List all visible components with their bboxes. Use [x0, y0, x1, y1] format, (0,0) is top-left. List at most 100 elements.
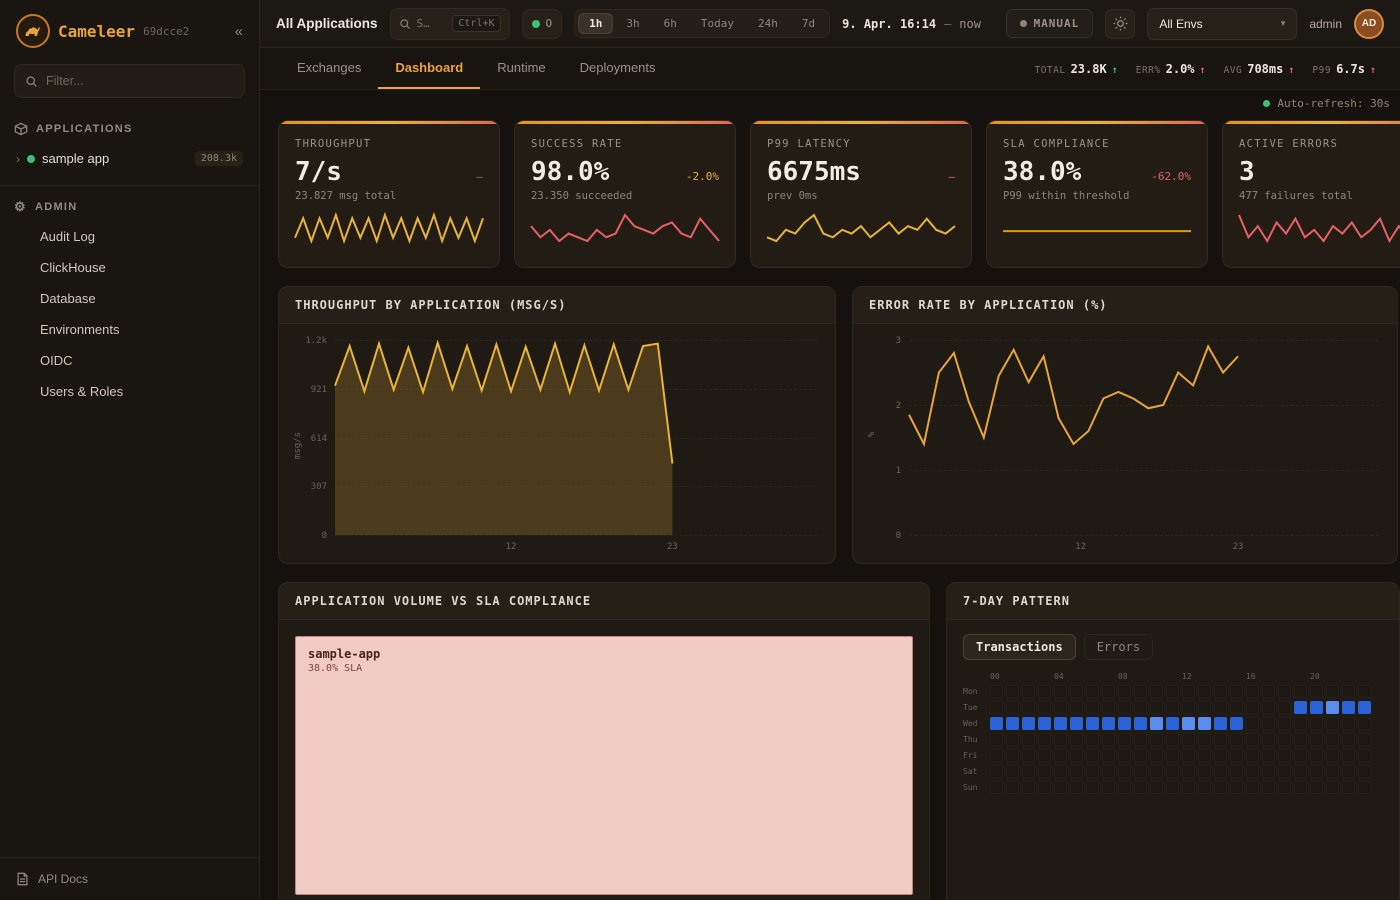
heatmap-cell: [1022, 717, 1035, 730]
sidebar-item-sample-app[interactable]: › sample app 208.3k: [8, 144, 251, 173]
heatmap-cell: [1230, 749, 1243, 762]
filter-placeholder: Filter...: [46, 74, 84, 88]
heatmap-cell: [1150, 765, 1163, 778]
chevron-right-icon[interactable]: ›: [16, 152, 20, 166]
heatmap-cell: [1294, 749, 1307, 762]
seven-day-heatmap: 000408121620MonTueWedThuFriSatSun: [963, 672, 1383, 797]
heatmap-cell: [1182, 749, 1195, 762]
heatmap-cell: [1070, 685, 1083, 698]
kpi-value: 38.0%: [1003, 157, 1081, 187]
heatmap-cell: [1198, 685, 1211, 698]
sidebar-item-oidc[interactable]: OIDC: [0, 345, 259, 376]
tab-exchanges[interactable]: Exchanges: [280, 48, 378, 89]
heatmap-cell: [1166, 717, 1179, 730]
range-end-now[interactable]: now: [959, 17, 981, 31]
heatmap-cell: [1358, 765, 1371, 778]
time-range-7d[interactable]: 7d: [791, 13, 826, 34]
time-range-1h[interactable]: 1h: [578, 13, 613, 34]
heatmap-cell: [1038, 733, 1051, 746]
heatmap-cell: [1310, 733, 1323, 746]
time-range-6h[interactable]: 6h: [653, 13, 688, 34]
arrow-up-icon: ↑: [1200, 65, 1206, 76]
heatmap-cell: [1166, 701, 1179, 714]
heatmap-cell: [1246, 717, 1259, 730]
sidebar-collapse-button[interactable]: «: [235, 23, 243, 40]
heatmap-cell: [1070, 717, 1083, 730]
avatar[interactable]: AD: [1354, 9, 1384, 39]
env-select-value: All Envs: [1159, 17, 1202, 31]
kpi-card-active-errors: ACTIVE ERRORS 3– 477 failures total: [1222, 120, 1400, 268]
sidebar-item-environments[interactable]: Environments: [0, 314, 259, 345]
heatmap-cell: [1326, 749, 1339, 762]
heatmap-cell: [1086, 717, 1099, 730]
connection-status-pill[interactable]: O: [522, 9, 563, 39]
heatmap-cell: [1230, 765, 1243, 778]
heatmap-cell: [1342, 765, 1355, 778]
heatmap-cell: [1102, 781, 1115, 794]
kpi-title: ACTIVE ERRORS: [1239, 138, 1400, 150]
heatmap-cell: [1294, 765, 1307, 778]
heatmap-cell: [1246, 781, 1259, 794]
heatmap-cell: [1086, 701, 1099, 714]
app-root: Cameleer 69dcce2 « Filter... APPLICATION…: [0, 0, 1400, 900]
arrow-up-icon: ↑: [1370, 65, 1376, 76]
panel-title: APPLICATION VOLUME VS SLA COMPLIANCE: [279, 583, 929, 620]
heatmap-cell: [1358, 733, 1371, 746]
time-range-today[interactable]: Today: [690, 13, 745, 34]
sidebar-item-database[interactable]: Database: [0, 283, 259, 314]
heatmap-cell: [1134, 781, 1147, 794]
refresh-dot-icon: [1263, 100, 1270, 107]
heatmap-cell: [1038, 749, 1051, 762]
theme-toggle-button[interactable]: [1105, 9, 1135, 39]
heatmap-cell: [1262, 733, 1275, 746]
sidebar-item-users-roles[interactable]: Users & Roles: [0, 376, 259, 407]
heatmap-cell: [1118, 733, 1131, 746]
sidebar-filter-input[interactable]: Filter...: [14, 64, 245, 98]
app-version: 69dcce2: [143, 25, 189, 38]
heatmap-cell: [1038, 717, 1051, 730]
heatmap-cell: [1006, 733, 1019, 746]
treemap-node-label: sample-app: [308, 647, 900, 661]
tab-runtime[interactable]: Runtime: [480, 48, 562, 89]
kpi-title: THROUGHPUT: [295, 138, 483, 150]
manual-dot-icon: [1020, 20, 1027, 27]
heatmap-cell: [1230, 733, 1243, 746]
tab-errors[interactable]: Errors: [1084, 634, 1153, 660]
treemap-node-sample-app[interactable]: sample-app 38.0% SLA: [295, 636, 913, 895]
heatmap-cell: [1278, 765, 1291, 778]
treemap-node-sla: 38.0% SLA: [308, 663, 900, 674]
sidebar-item-clickhouse[interactable]: ClickHouse: [0, 252, 259, 283]
manual-refresh-button[interactable]: MANUAL: [1006, 9, 1094, 38]
heatmap-cell: [1214, 781, 1227, 794]
page-title: All Applications: [276, 16, 378, 31]
time-range-3h[interactable]: 3h: [615, 13, 650, 34]
range-start-datetime[interactable]: 9. Apr. 16:14: [842, 17, 936, 31]
search-icon: [25, 75, 38, 88]
charts-row: THROUGHPUT BY APPLICATION (MSG/S) msg/s …: [278, 286, 1398, 564]
heatmap-cell: [1342, 717, 1355, 730]
heatmap-cell: [1326, 765, 1339, 778]
heatmap-cell: [990, 717, 1003, 730]
heatmap-cell: [1198, 701, 1211, 714]
heatmap-cell: [1070, 733, 1083, 746]
heatmap-cell: [1086, 749, 1099, 762]
heatmap-cell: [1102, 717, 1115, 730]
heatmap-cell: [1022, 765, 1035, 778]
kpi-title: SUCCESS RATE: [531, 138, 719, 150]
heatmap-cell: [1326, 781, 1339, 794]
stat-p99: P996.7s↑: [1312, 62, 1376, 76]
y-axis-label: msg/s: [293, 432, 303, 459]
env-select-dropdown[interactable]: All Envs ▾: [1147, 8, 1297, 40]
time-range-24h[interactable]: 24h: [747, 13, 789, 34]
sidebar-item-audit-log[interactable]: Audit Log: [0, 221, 259, 252]
tabs-bar: Exchanges Dashboard Runtime Deployments …: [260, 48, 1400, 90]
heatmap-cell: [1214, 733, 1227, 746]
search-input[interactable]: S… Ctrl+K: [390, 8, 510, 40]
tab-deployments[interactable]: Deployments: [563, 48, 673, 89]
tab-transactions[interactable]: Transactions: [963, 634, 1076, 660]
heatmap-cell: [1006, 765, 1019, 778]
tab-dashboard[interactable]: Dashboard: [378, 48, 480, 89]
api-docs-link[interactable]: API Docs: [0, 857, 259, 900]
error-rate-chart-panel: ERROR RATE BY APPLICATION (%) % 32101223: [852, 286, 1398, 564]
search-icon: [399, 18, 411, 30]
